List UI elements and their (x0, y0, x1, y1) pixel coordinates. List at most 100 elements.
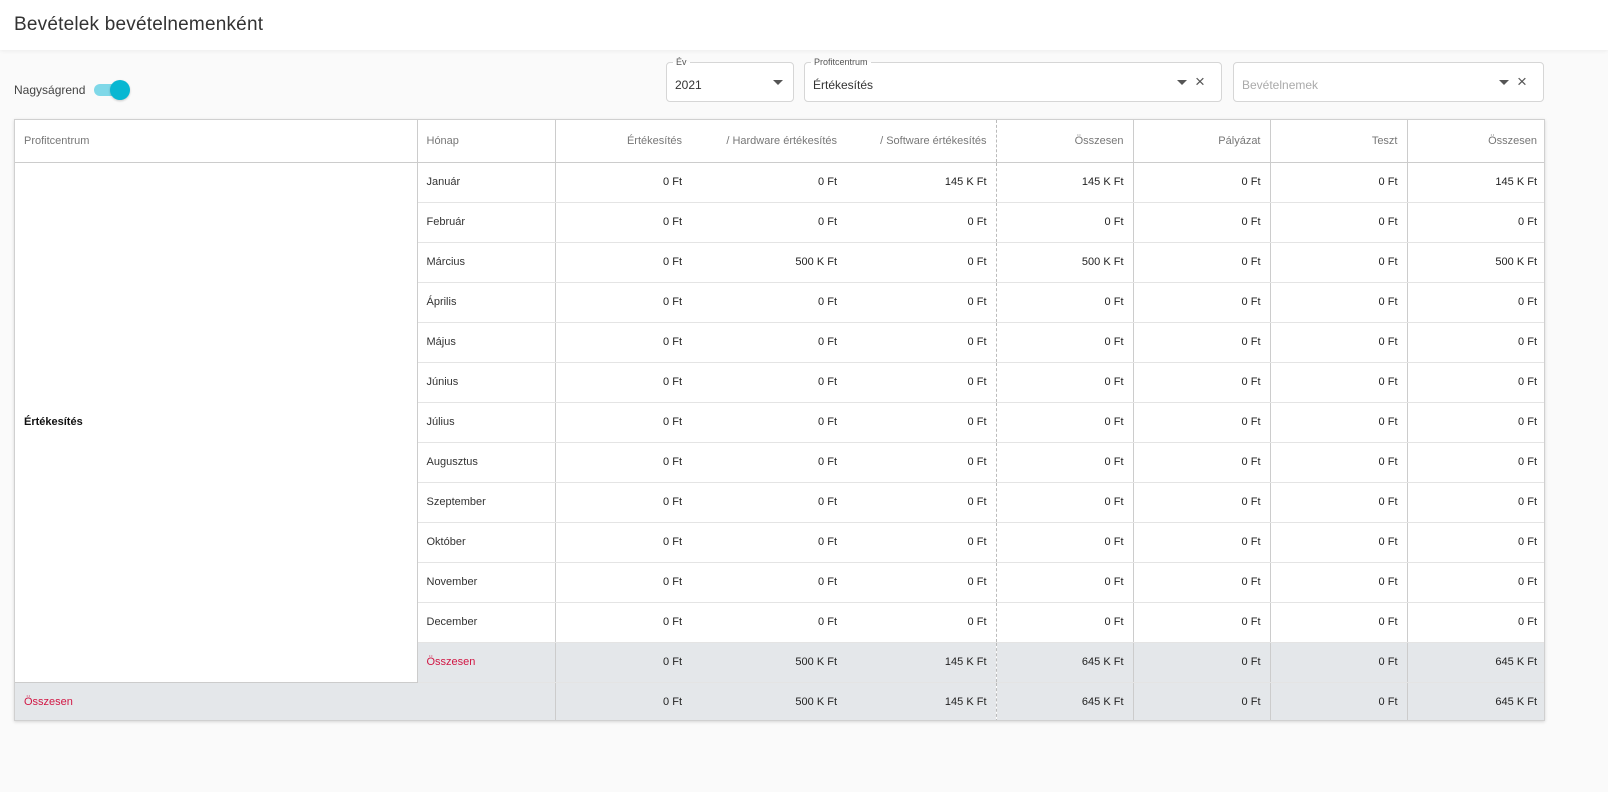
cell-tender: 0 Ft (1132, 282, 1270, 323)
cell-software-sales: 0 Ft (846, 202, 996, 243)
cell-hardware-sales: 0 Ft (691, 602, 846, 643)
cell-hardware-sales: 0 Ft (691, 562, 846, 603)
caret-down-icon[interactable] (1499, 80, 1509, 85)
cell-grand-total: 0 Ft (1406, 522, 1544, 563)
cell-hardware-sales: 0 Ft (691, 522, 846, 563)
cell-sales-total: 0 Ft (995, 322, 1133, 363)
profitcenter-select-legend: Profitcentrum (811, 57, 871, 67)
cell-test: 0 Ft (1269, 162, 1407, 203)
subtotal-label: Összesen (417, 642, 555, 683)
cell-tender: 0 Ft (1132, 482, 1270, 523)
toggle-thumb (110, 80, 131, 100)
col-header-sales-total[interactable]: Összesen (995, 120, 1133, 163)
cell-sales: 0 Ft (554, 562, 691, 603)
cell-sales-total: 0 Ft (995, 562, 1133, 603)
cell-grand-total: 0 Ft (1406, 322, 1544, 363)
subtotal-tender: 0 Ft (1132, 642, 1270, 683)
total-test: 0 Ft (1269, 682, 1407, 720)
cell-software-sales: 0 Ft (846, 482, 996, 523)
month-cell: November (417, 562, 555, 603)
cell-test: 0 Ft (1269, 282, 1407, 323)
cell-grand-total: 0 Ft (1406, 442, 1544, 483)
col-header-tender[interactable]: Pályázat (1132, 120, 1270, 163)
total-hardware-sales: 500 K Ft (691, 682, 846, 720)
cell-software-sales: 0 Ft (846, 402, 996, 443)
total-sales-total: 645 K Ft (995, 682, 1133, 720)
cell-grand-total: 0 Ft (1406, 282, 1544, 323)
cell-sales: 0 Ft (554, 602, 691, 643)
month-cell: Október (417, 522, 555, 563)
cell-sales-total: 0 Ft (995, 362, 1133, 403)
total-grand-total: 645 K Ft (1406, 682, 1544, 720)
cell-test: 0 Ft (1269, 402, 1407, 443)
cell-hardware-sales: 0 Ft (691, 162, 846, 203)
total-sales: 0 Ft (554, 682, 691, 720)
cell-sales: 0 Ft (554, 282, 691, 323)
month-cell: Február (417, 202, 555, 243)
revenue-types-placeholder: Bevételnemek (1242, 78, 1319, 92)
cell-test: 0 Ft (1269, 362, 1407, 403)
cell-sales: 0 Ft (554, 322, 691, 363)
cell-software-sales: 0 Ft (846, 242, 996, 283)
cell-tender: 0 Ft (1132, 402, 1270, 443)
cell-test: 0 Ft (1269, 562, 1407, 603)
clear-revenue-types-icon[interactable]: × (1514, 73, 1530, 90)
month-cell: December (417, 602, 555, 643)
cell-test: 0 Ft (1269, 442, 1407, 483)
profitcenter-group-cell: Értékesítés (15, 162, 418, 683)
cell-hardware-sales: 0 Ft (691, 282, 846, 323)
revenue-types-select[interactable]: Bevételnemek × (1233, 62, 1544, 102)
cell-grand-total: 0 Ft (1406, 202, 1544, 243)
subtotal-grand-total: 645 K Ft (1406, 642, 1544, 683)
cell-sales-total: 0 Ft (995, 402, 1133, 443)
cell-sales-total: 0 Ft (995, 282, 1133, 323)
cell-software-sales: 0 Ft (846, 522, 996, 563)
cell-test: 0 Ft (1269, 202, 1407, 243)
magnitude-toggle[interactable] (92, 80, 131, 100)
revenue-table: Profitcentrum Hónap Értékesítés / Hardwa… (15, 120, 1544, 720)
year-select[interactable]: Év 2021 (666, 57, 794, 102)
col-header-month[interactable]: Hónap (417, 120, 555, 163)
cell-sales: 0 Ft (554, 162, 691, 203)
clear-profitcenter-icon[interactable]: × (1192, 73, 1208, 90)
cell-tender: 0 Ft (1132, 362, 1270, 403)
col-header-profitcenter[interactable]: Profitcentrum (15, 120, 418, 163)
caret-down-icon[interactable] (1177, 80, 1187, 85)
cell-tender: 0 Ft (1132, 162, 1270, 203)
cell-tender: 0 Ft (1132, 242, 1270, 283)
cell-test: 0 Ft (1269, 322, 1407, 363)
table-row: Értékesítés Január 0 Ft 0 Ft 145 K Ft 145 K F… (15, 162, 1544, 683)
cell-test: 0 Ft (1269, 482, 1407, 523)
cell-sales: 0 Ft (554, 522, 691, 563)
cell-tender: 0 Ft (1132, 602, 1270, 643)
cell-software-sales: 0 Ft (846, 602, 996, 643)
cell-grand-total: 0 Ft (1406, 482, 1544, 523)
profitcenter-select[interactable]: Profitcentrum Értékesítés × (804, 57, 1222, 102)
caret-down-icon[interactable] (773, 80, 783, 85)
month-cell: Április (417, 282, 555, 323)
cell-sales-total: 0 Ft (995, 442, 1133, 483)
cell-grand-total: 0 Ft (1406, 402, 1544, 443)
cell-sales-total: 0 Ft (995, 202, 1133, 243)
cell-tender: 0 Ft (1132, 442, 1270, 483)
col-header-sales[interactable]: Értékesítés (554, 120, 691, 163)
total-label: Összesen (15, 682, 555, 720)
col-header-hardware-sales[interactable]: / Hardware értékesítés (691, 120, 846, 163)
profitcenter-select-value: Értékesítés (813, 78, 874, 92)
cell-grand-total: 0 Ft (1406, 362, 1544, 403)
cell-tender: 0 Ft (1132, 522, 1270, 563)
cell-sales-total: 0 Ft (995, 482, 1133, 523)
cell-software-sales: 145 K Ft (846, 162, 996, 203)
cell-sales-total: 500 K Ft (995, 242, 1133, 283)
month-cell: Augusztus (417, 442, 555, 483)
page-title: Bevételek bevételnemenként (14, 14, 264, 35)
cell-sales-total: 145 K Ft (995, 162, 1133, 203)
cell-software-sales: 0 Ft (846, 442, 996, 483)
col-header-software-sales[interactable]: / Software értékesítés (846, 120, 996, 163)
cell-hardware-sales: 0 Ft (691, 482, 846, 523)
cell-hardware-sales: 0 Ft (691, 202, 846, 243)
col-header-test[interactable]: Teszt (1269, 120, 1407, 163)
col-header-grand-total[interactable]: Összesen (1406, 120, 1544, 163)
cell-grand-total: 500 K Ft (1406, 242, 1544, 283)
cell-sales: 0 Ft (554, 242, 691, 283)
